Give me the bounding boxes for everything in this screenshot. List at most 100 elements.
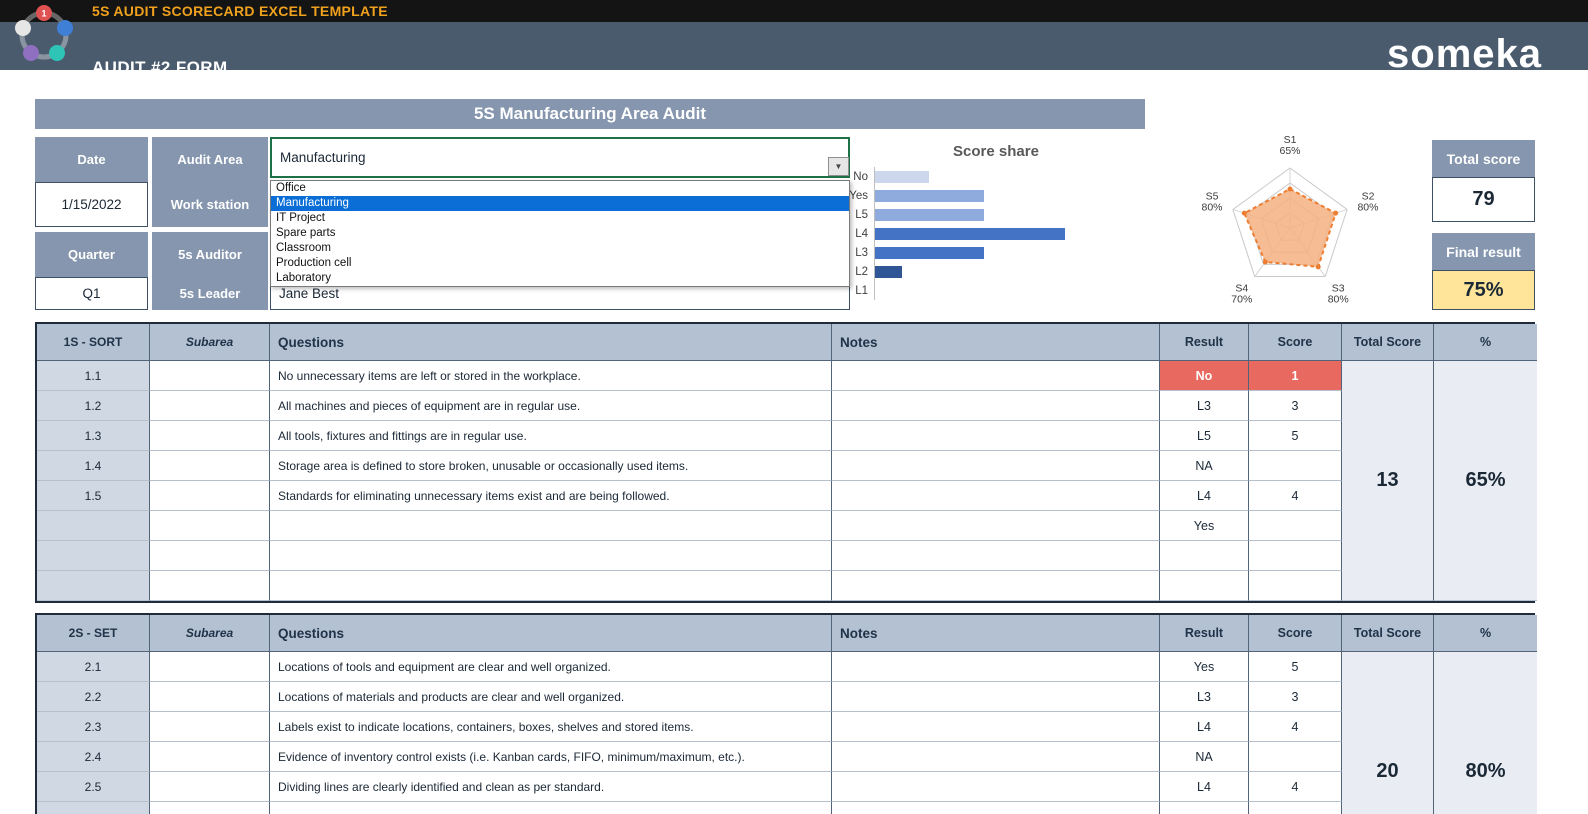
subarea-cell[interactable] [150,361,270,391]
question-cell[interactable] [270,571,832,601]
notes-cell[interactable] [832,391,1160,421]
result-cell[interactable]: NA [1160,742,1249,772]
notes-cell[interactable] [832,571,1160,601]
question-cell[interactable]: Evidence of inventory control exists (i.… [270,742,832,772]
notes-cell[interactable] [832,421,1160,451]
score-share-bar-area [874,186,1152,205]
total-score-value: 79 [1432,177,1535,222]
dropdown-option[interactable]: Classroom [271,241,849,256]
subarea-cell[interactable] [150,712,270,742]
notes-cell[interactable] [832,772,1160,802]
score-cell[interactable]: 1 [1249,361,1342,391]
question-cell[interactable]: Labels exist to indicate locations, cont… [270,712,832,742]
result-cell[interactable]: L3 [1160,682,1249,712]
section-percent-cell: 80% [1434,652,1537,814]
svg-text:1: 1 [41,9,46,19]
question-cell[interactable]: No unnecessary items are left or stored … [270,361,832,391]
dropdown-option[interactable]: Production cell [271,256,849,271]
score-cell[interactable] [1249,802,1342,814]
result-cell[interactable]: NA [1160,451,1249,481]
audit-area-dropdown[interactable]: Manufacturing [270,137,850,178]
score-cell[interactable] [1249,451,1342,481]
result-cell[interactable] [1160,571,1249,601]
subarea-cell[interactable] [150,682,270,712]
notes-cell[interactable] [832,541,1160,571]
result-cell[interactable]: Yes [1160,652,1249,682]
result-cell[interactable]: No [1160,361,1249,391]
notes-cell[interactable] [832,802,1160,814]
dropdown-option[interactable]: Office [271,181,849,196]
question-cell[interactable]: Dividing lines are clearly identified an… [270,772,832,802]
notes-cell[interactable] [832,652,1160,682]
result-column-header: Result [1160,615,1249,652]
question-cell[interactable]: Locations of tools and equipment are cle… [270,652,832,682]
question-cell[interactable]: Locations of materials and products are … [270,682,832,712]
score-cell[interactable]: 5 [1249,652,1342,682]
row-id-cell: 2.3 [37,712,150,742]
dropdown-option[interactable]: IT Project [271,211,849,226]
dropdown-arrow-button[interactable]: ▼ [828,157,849,176]
notes-cell[interactable] [832,481,1160,511]
notes-cell[interactable] [832,511,1160,541]
notes-cell[interactable] [832,451,1160,481]
question-cell[interactable] [270,511,832,541]
subarea-cell[interactable] [150,421,270,451]
subarea-cell[interactable] [150,571,270,601]
result-cell[interactable]: Yes [1160,511,1249,541]
score-cell[interactable]: 5 [1249,421,1342,451]
score-share-bar-row: L2 [840,262,1152,281]
notes-cell[interactable] [832,361,1160,391]
result-cell[interactable] [1160,541,1249,571]
section-total-score-cell: 20 [1342,652,1434,814]
score-share-bar [875,171,929,183]
score-share-bar-row: Yes [840,186,1152,205]
subarea-cell[interactable] [150,802,270,814]
final-result-value: 75% [1432,270,1535,310]
result-cell[interactable]: L4 [1160,481,1249,511]
question-cell[interactable] [270,802,832,814]
percent-column-header: % [1434,615,1537,652]
subarea-cell[interactable] [150,772,270,802]
questions-column-header: Questions [270,324,832,361]
score-cell[interactable]: 3 [1249,391,1342,421]
row-id-cell: 1.1 [37,361,150,391]
quarter-value-cell[interactable]: Q1 [35,277,148,310]
subarea-cell[interactable] [150,541,270,571]
question-cell[interactable]: All machines and pieces of equipment are… [270,391,832,421]
question-cell[interactable]: All tools, fixtures and fittings are in … [270,421,832,451]
result-cell[interactable]: L3 [1160,391,1249,421]
score-cell[interactable]: 4 [1249,481,1342,511]
score-cell[interactable]: 4 [1249,772,1342,802]
question-cell[interactable]: Standards for eliminating unnecessary it… [270,481,832,511]
question-cell[interactable]: Storage area is defined to store broken,… [270,451,832,481]
date-value-cell[interactable]: 1/15/2022 [35,182,148,227]
result-cell[interactable]: L4 [1160,772,1249,802]
dropdown-option[interactable]: Laboratory [271,271,849,286]
result-cell[interactable]: L5 [1160,421,1249,451]
score-column-header: Score [1249,324,1342,361]
subarea-cell[interactable] [150,652,270,682]
score-cell[interactable] [1249,742,1342,772]
score-cell[interactable]: 3 [1249,682,1342,712]
notes-cell[interactable] [832,712,1160,742]
section-total-score-cell: 13 [1342,361,1434,601]
score-share-bar-row: L5 [840,205,1152,224]
score-column-header: Score [1249,615,1342,652]
subarea-cell[interactable] [150,742,270,772]
score-cell[interactable] [1249,511,1342,541]
subarea-cell[interactable] [150,391,270,421]
subarea-cell[interactable] [150,451,270,481]
notes-cell[interactable] [832,682,1160,712]
result-cell[interactable] [1160,802,1249,814]
result-cell[interactable]: L4 [1160,712,1249,742]
subarea-cell[interactable] [150,481,270,511]
score-cell[interactable] [1249,541,1342,571]
score-cell[interactable] [1249,571,1342,601]
notes-cell[interactable] [832,742,1160,772]
section-header-label: 1S - SORT [37,324,150,361]
dropdown-option[interactable]: Spare parts [271,226,849,241]
dropdown-option[interactable]: Manufacturing [271,196,849,211]
score-cell[interactable]: 4 [1249,712,1342,742]
subarea-cell[interactable] [150,511,270,541]
question-cell[interactable] [270,541,832,571]
